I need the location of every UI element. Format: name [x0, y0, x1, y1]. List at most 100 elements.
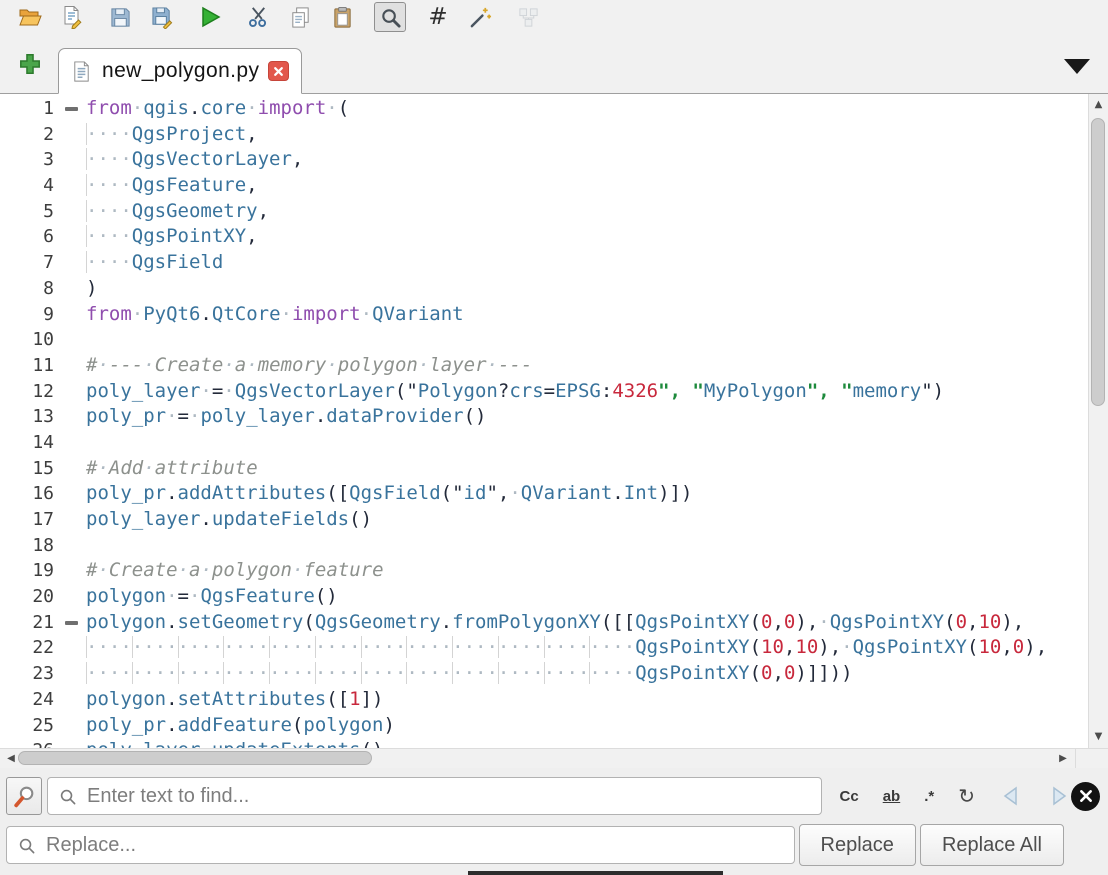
script-file-icon — [70, 60, 93, 83]
code-line-18: 18 — [0, 533, 1088, 559]
fold-margin[interactable] — [56, 96, 86, 122]
replace-all-button[interactable]: Replace All — [920, 824, 1064, 866]
tab-list-dropdown-icon[interactable] — [1064, 59, 1090, 74]
close-icon — [1079, 789, 1093, 803]
code-text: from·PyQt6.QtCore·import·QVariant — [86, 302, 1088, 328]
tab-close-button[interactable] — [268, 61, 289, 81]
open-script-button[interactable] — [14, 2, 46, 32]
find-icon — [379, 6, 402, 29]
code-text: ····QgsProject, — [86, 122, 1088, 148]
fold-margin — [56, 147, 86, 173]
code-line-26: 26poly_layer.updateExtents() — [0, 738, 1088, 748]
fold-marker-icon[interactable] — [65, 107, 78, 111]
code-line-6: 6····QgsPointXY, — [0, 224, 1088, 250]
tab-title: new_polygon.py — [102, 59, 259, 83]
save-script-as-button[interactable] — [146, 2, 178, 32]
fold-margin[interactable] — [56, 610, 86, 636]
code-text: ····QgsField — [86, 250, 1088, 276]
horizontal-scrollbar[interactable]: ◀ ▶ — [0, 748, 1108, 768]
save-icon — [109, 6, 132, 29]
whole-word-toggle[interactable]: ab — [883, 789, 901, 804]
editor-toolbar: # — [0, 0, 1108, 34]
close-find-bar-button[interactable] — [1071, 782, 1100, 811]
format-wand-icon — [469, 6, 492, 29]
code-text: poly_layer.updateExtents() — [86, 738, 1088, 748]
fold-margin — [56, 456, 86, 482]
search-icon — [17, 836, 36, 855]
cut-button[interactable] — [242, 2, 274, 32]
toggle-find-button[interactable] — [374, 2, 406, 32]
toggle-comment-button[interactable]: # — [422, 2, 454, 32]
tab-new-polygon[interactable]: new_polygon.py — [58, 48, 302, 94]
close-icon — [273, 66, 284, 77]
copy-icon — [289, 6, 312, 29]
code-line-14: 14 — [0, 430, 1088, 456]
fold-margin — [56, 173, 86, 199]
line-number: 1 — [0, 96, 56, 122]
code-line-5: 5····QgsGeometry, — [0, 199, 1088, 225]
paste-button[interactable] — [326, 2, 358, 32]
new-script-button[interactable] — [56, 2, 88, 32]
fold-margin — [56, 713, 86, 739]
scroll-right-arrow-icon[interactable]: ▶ — [1054, 749, 1072, 768]
find-previous-icon — [999, 785, 1023, 807]
fold-margin — [56, 122, 86, 148]
code-text — [86, 430, 1088, 456]
vertical-scrollbar[interactable]: ▲ ▼ — [1088, 94, 1108, 748]
class-browser-icon — [517, 6, 540, 29]
code-line-25: 25poly_pr.addFeature(polygon) — [0, 713, 1088, 739]
code-text: from·qgis.core·import·( — [86, 96, 1088, 122]
panel-resize-handle[interactable] — [468, 871, 723, 875]
code-line-13: 13poly_pr·=·poly_layer.dataProvider() — [0, 404, 1088, 430]
regex-toggle[interactable]: .* — [924, 789, 934, 804]
fold-margin — [56, 327, 86, 353]
line-number: 10 — [0, 327, 56, 353]
code-line-2: 2····QgsProject, — [0, 122, 1088, 148]
code-text: ····QgsVectorLayer, — [86, 147, 1088, 173]
wrap-around-toggle[interactable]: ↻ — [958, 786, 975, 806]
code-line-15: 15#·Add·attribute — [0, 456, 1088, 482]
line-number: 14 — [0, 430, 56, 456]
find-replace-panel: Cc ab .* ↻ — [0, 768, 1108, 875]
scroll-down-arrow-icon[interactable]: ▼ — [1089, 728, 1108, 746]
new-script-icon — [60, 5, 84, 29]
code-line-8: 8) — [0, 276, 1088, 302]
new-tab-button[interactable] — [16, 52, 44, 80]
save-script-button[interactable] — [104, 2, 136, 32]
format-code-button[interactable] — [464, 2, 496, 32]
horizontal-scrollbar-thumb[interactable] — [18, 751, 372, 765]
code-line-19: 19#·Create·a·polygon·feature — [0, 558, 1088, 584]
fold-margin — [56, 584, 86, 610]
code-editor[interactable]: 1 from·qgis.core·import·(2····QgsProject,… — [0, 94, 1088, 748]
code-line-24: 24 polygon.setAttributes([1]) — [0, 687, 1088, 713]
scrollbar-corner — [1075, 749, 1108, 768]
find-input[interactable] — [85, 784, 811, 809]
code-text: #·Add·attribute — [86, 456, 1088, 482]
fold-margin — [56, 558, 86, 584]
find-previous-button[interactable] — [999, 785, 1023, 807]
copy-button[interactable] — [284, 2, 316, 32]
fold-marker-icon[interactable] — [65, 621, 78, 625]
code-text: polygon·=·QgsFeature() — [86, 584, 1088, 610]
line-number: 7 — [0, 250, 56, 276]
code-text: ········································… — [86, 635, 1088, 661]
class-browser-button[interactable] — [512, 2, 544, 32]
code-text: #·Create·a·polygon·feature — [86, 558, 1088, 584]
find-options-button[interactable] — [6, 777, 42, 815]
replace-field — [6, 826, 795, 864]
find-next-button[interactable] — [1047, 785, 1071, 807]
scroll-up-arrow-icon[interactable]: ▲ — [1089, 96, 1108, 114]
run-script-icon — [198, 5, 222, 29]
case-sensitive-toggle[interactable]: Cc — [840, 789, 859, 804]
vertical-scrollbar-thumb[interactable] — [1091, 118, 1105, 406]
fold-margin — [56, 224, 86, 250]
code-text: polygon.setAttributes([1]) — [86, 687, 1088, 713]
replace-button[interactable]: Replace — [799, 824, 916, 866]
run-script-button[interactable] — [194, 2, 226, 32]
fold-margin — [56, 353, 86, 379]
line-number: 25 — [0, 713, 56, 739]
replace-input[interactable] — [44, 833, 784, 858]
line-number: 24 — [0, 687, 56, 713]
fold-margin — [56, 430, 86, 456]
line-number: 20 — [0, 584, 56, 610]
